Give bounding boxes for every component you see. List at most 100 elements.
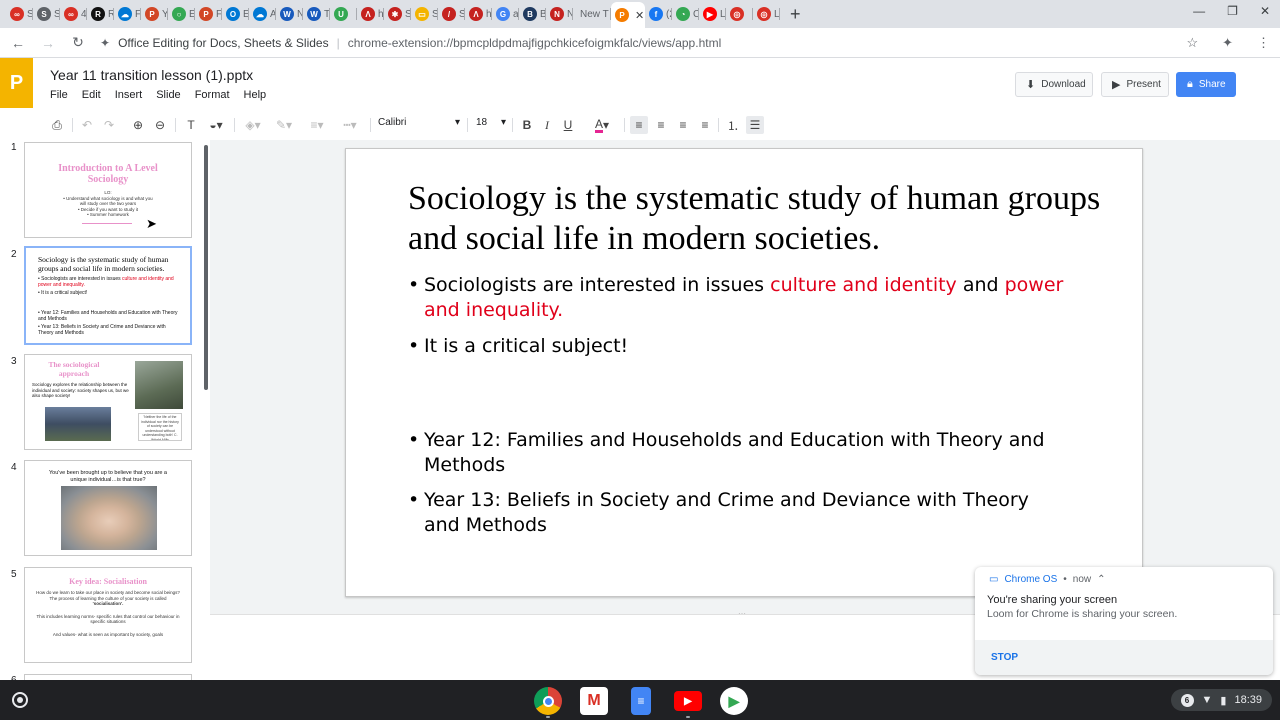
zoom-out-icon[interactable]: ⊖ bbox=[153, 116, 167, 134]
border-color-icon[interactable]: ✎▾ bbox=[272, 116, 296, 134]
url-text[interactable]: chrome-extension://bpmcpldpdmajfigpchkic… bbox=[348, 36, 722, 50]
redo-icon[interactable]: ↷ bbox=[102, 116, 116, 134]
align-center-icon[interactable]: ≡ bbox=[652, 116, 670, 134]
tab-favicon-icon: ○ bbox=[172, 7, 186, 21]
fill-color-icon[interactable]: ◈▾ bbox=[241, 116, 265, 134]
menu-file[interactable]: File bbox=[50, 89, 76, 101]
browser-tab[interactable]: ☁Fi bbox=[114, 3, 141, 25]
underline-icon[interactable]: U bbox=[561, 116, 575, 134]
browser-tab[interactable]: New T bbox=[573, 3, 611, 25]
slide-thumbnail-4[interactable]: You've been brought up to believe that y… bbox=[24, 460, 192, 556]
text-box-icon[interactable]: T bbox=[183, 116, 199, 134]
browser-tab[interactable]: ○ E bbox=[168, 3, 195, 25]
print-icon[interactable]: ⎙ bbox=[50, 116, 64, 134]
align-right-icon[interactable]: ≡ bbox=[674, 116, 692, 134]
slide-bullet[interactable]: Sociologists are interested in issues cu… bbox=[408, 273, 1068, 323]
slide-bullet[interactable]: Year 13: Beliefs in Society and Crime an… bbox=[408, 488, 1068, 538]
tab-active[interactable]: P ✕ bbox=[611, 2, 645, 28]
slide-thumbnail-3[interactable]: The sociological approach Sociology expl… bbox=[24, 354, 192, 450]
browser-tab[interactable]: ▶Lo bbox=[699, 3, 726, 25]
thumbnail-scrollbar[interactable] bbox=[204, 145, 208, 390]
play-store-icon[interactable]: ▶ bbox=[720, 687, 748, 715]
current-slide[interactable]: Sociology is the systematic study of hum… bbox=[345, 148, 1143, 597]
document-title[interactable]: Year 11 transition lesson (1).pptx bbox=[50, 67, 253, 83]
browser-tab[interactable]: ☁ A bbox=[249, 3, 276, 25]
undo-icon[interactable]: ↶ bbox=[80, 116, 94, 134]
browser-tab[interactable]: Λh bbox=[357, 3, 384, 25]
download-button[interactable]: ⬇ Download bbox=[1015, 72, 1093, 97]
font-size-select[interactable]: 18 ▾ bbox=[476, 117, 506, 128]
toolbar-divider bbox=[512, 118, 513, 132]
align-justify-icon[interactable]: ≡ bbox=[696, 116, 714, 134]
browser-tab[interactable]: OE bbox=[222, 3, 249, 25]
browser-tab[interactable]: U bbox=[330, 3, 357, 25]
numbered-list-icon[interactable]: ⒈ bbox=[724, 116, 742, 134]
slide-bullet[interactable]: Year 12: Families and Households and Edu… bbox=[408, 428, 1068, 478]
browser-tab[interactable]: Ga bbox=[492, 3, 519, 25]
border-dash-icon[interactable]: ┅▾ bbox=[338, 116, 362, 134]
forward-icon[interactable]: → bbox=[36, 35, 60, 51]
close-window-icon[interactable]: ✕ bbox=[1260, 4, 1270, 18]
reload-icon[interactable]: ↻ bbox=[66, 34, 90, 51]
browser-tab[interactable]: Λh bbox=[465, 3, 492, 25]
shape-icon[interactable]: ◒▾ bbox=[203, 116, 229, 134]
slide-thumbnail-1[interactable]: Introduction to A Level Sociology LO: • … bbox=[24, 142, 192, 238]
slide-thumbnail-5[interactable]: Key idea: Socialisation How do we learn … bbox=[24, 567, 192, 663]
share-button[interactable]: 🔒︎ Share bbox=[1176, 72, 1236, 97]
menu-edit[interactable]: Edit bbox=[82, 89, 109, 101]
font-family-value: Calibri bbox=[378, 117, 407, 128]
slide-title[interactable]: Sociology is the systematic study of hum… bbox=[408, 179, 1108, 259]
browser-tab[interactable]: ∞ 4 bbox=[60, 3, 87, 25]
resize-handle-icon[interactable]: ⋯ bbox=[738, 609, 747, 618]
minimize-icon[interactable]: — bbox=[1193, 4, 1205, 18]
browser-tab[interactable]: WTr bbox=[303, 3, 330, 25]
browser-tab[interactable]: SS bbox=[33, 3, 60, 25]
border-weight-icon[interactable]: ≡▾ bbox=[305, 116, 329, 134]
browser-menu-icon[interactable]: ⋮ bbox=[1257, 35, 1270, 51]
zoom-in-icon[interactable]: ⊕ bbox=[131, 116, 145, 134]
browser-tab[interactable]: RR bbox=[87, 3, 114, 25]
extensions-icon[interactable]: ✦ bbox=[1222, 35, 1233, 51]
gmail-icon[interactable]: M bbox=[580, 687, 608, 715]
launcher-icon[interactable] bbox=[12, 692, 28, 708]
chrome-icon[interactable] bbox=[534, 687, 562, 715]
browser-tab[interactable]: ∞Sc bbox=[6, 3, 33, 25]
browser-tab[interactable]: NN bbox=[546, 3, 573, 25]
present-button[interactable]: ▶ Present bbox=[1101, 72, 1169, 97]
docs-icon[interactable]: ≡ bbox=[631, 687, 651, 715]
back-icon[interactable]: ← bbox=[6, 35, 30, 51]
browser-tab[interactable]: ◎Lo bbox=[753, 3, 780, 25]
bulleted-list-icon[interactable]: ☰ bbox=[746, 116, 764, 134]
browser-tab[interactable]: ◎ bbox=[726, 3, 753, 25]
youtube-icon[interactable]: ▶ bbox=[674, 691, 702, 711]
menu-insert[interactable]: Insert bbox=[115, 89, 151, 101]
browser-tab[interactable]: / S bbox=[438, 3, 465, 25]
status-area[interactable]: 6 ▼ ▮ 18:39 bbox=[1170, 689, 1272, 711]
slide-thumbnail-2[interactable]: Sociology is the systematic study of hum… bbox=[24, 246, 192, 345]
menu-format[interactable]: Format bbox=[195, 89, 238, 101]
font-family-select[interactable]: Calibri ▾ bbox=[378, 117, 460, 128]
align-left-icon[interactable]: ≡ bbox=[630, 116, 648, 134]
browser-tab[interactable]: PFi bbox=[195, 3, 222, 25]
browser-tab[interactable]: ✱ S bbox=[384, 3, 411, 25]
italic-icon[interactable]: I bbox=[540, 116, 554, 134]
browser-tab[interactable]: BB bbox=[519, 3, 546, 25]
browser-tab[interactable]: ◔ C bbox=[672, 3, 699, 25]
close-tab-icon[interactable]: ✕ bbox=[635, 9, 644, 22]
browser-tab[interactable]: f(2 bbox=[645, 3, 672, 25]
toolbar-divider bbox=[370, 118, 371, 132]
text-color-icon[interactable]: A ▾ bbox=[588, 116, 616, 134]
slide-bullet[interactable]: It is a critical subject! bbox=[408, 334, 1068, 359]
restore-icon[interactable]: ❐ bbox=[1227, 4, 1238, 18]
browser-tab[interactable]: PYi bbox=[141, 3, 168, 25]
bold-icon[interactable]: B bbox=[520, 116, 534, 134]
menu-help[interactable]: Help bbox=[244, 89, 275, 101]
chevron-up-icon[interactable]: ⌃ bbox=[1097, 574, 1105, 585]
browser-tab[interactable]: ▭ S bbox=[411, 3, 438, 25]
stop-sharing-button[interactable]: STOP bbox=[991, 652, 1018, 663]
new-tab-button[interactable]: + bbox=[790, 4, 801, 25]
bookmark-star-icon[interactable]: ☆ bbox=[1186, 35, 1198, 51]
omnibox[interactable]: ✦ Office Editing for Docs, Sheets & Slid… bbox=[100, 36, 721, 50]
browser-tab[interactable]: WN bbox=[276, 3, 303, 25]
menu-slide[interactable]: Slide bbox=[156, 89, 188, 101]
